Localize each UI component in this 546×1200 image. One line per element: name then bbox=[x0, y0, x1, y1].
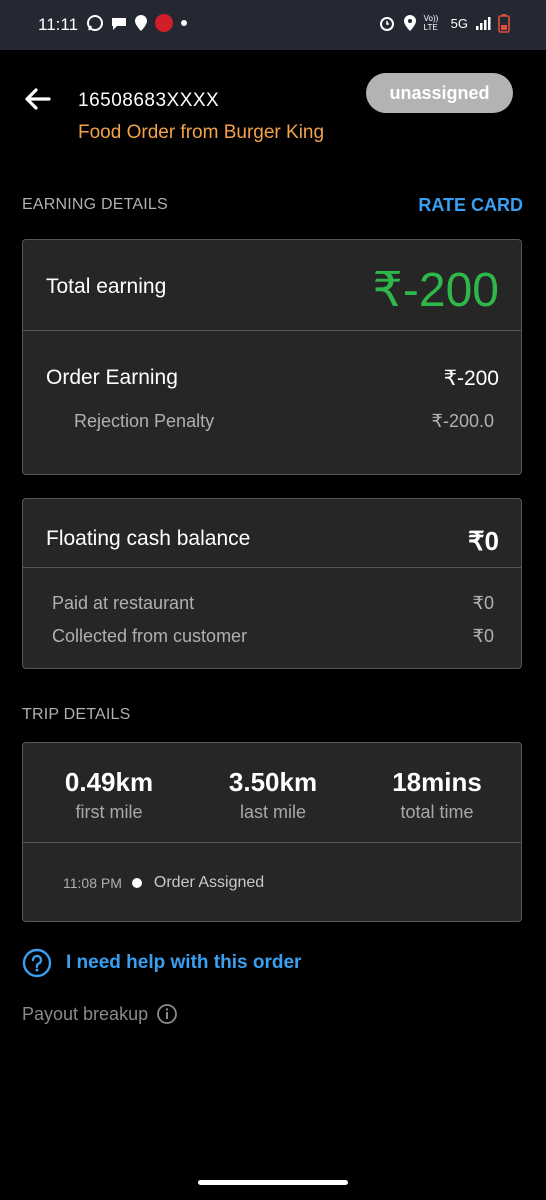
first-mile-value: 0.49km bbox=[64, 767, 154, 797]
first-mile-label: first mile bbox=[75, 802, 143, 822]
collected-from-customer-label: Collected from customer bbox=[52, 626, 248, 646]
home-indicator[interactable] bbox=[198, 1180, 348, 1185]
order-subtitle: Food Order from Burger King bbox=[78, 122, 325, 143]
notification-icons bbox=[86, 13, 188, 33]
status-badge: unassigned bbox=[366, 73, 513, 113]
whatsapp-icon bbox=[86, 14, 104, 32]
trip-divider bbox=[23, 842, 521, 843]
dot-icon bbox=[180, 19, 188, 27]
total-earning-value: ₹-200 bbox=[372, 264, 499, 317]
location-icon bbox=[403, 14, 417, 32]
total-time-value: 18mins bbox=[392, 767, 482, 797]
back-arrow-icon[interactable] bbox=[22, 84, 52, 114]
status-time: 11:11 bbox=[38, 15, 79, 34]
rejection-penalty-label: Rejection Penalty bbox=[74, 411, 215, 431]
trip-details-heading: TRIP DETAILS bbox=[22, 706, 131, 723]
last-mile-label: last mile bbox=[239, 802, 306, 822]
earning-card: Total earning ₹-200 Order Earning ₹-200 … bbox=[22, 239, 522, 475]
floating-cash-card: Floating cash balance ₹0 Paid at restaur… bbox=[22, 498, 522, 669]
message-icon bbox=[110, 14, 128, 32]
payout-breakup-link[interactable]: Payout breakup bbox=[22, 1003, 178, 1025]
rejection-penalty-value: ₹-200.0 bbox=[431, 411, 495, 431]
order-id: 16508683XXXX bbox=[78, 90, 220, 111]
floating-cash-label: Floating cash balance bbox=[46, 527, 251, 550]
battery-icon bbox=[498, 13, 510, 33]
floating-cash-value: ₹0 bbox=[467, 526, 499, 556]
help-link[interactable]: I need help with this order bbox=[22, 948, 301, 978]
total-earning-label: Total earning bbox=[46, 275, 167, 298]
paid-at-restaurant-value: ₹0 bbox=[472, 593, 494, 613]
timeline-event: Order Assigned bbox=[153, 874, 265, 891]
timeline-item: 11:08 PM Order Assigned bbox=[63, 874, 264, 892]
timeline-time: 11:08 PM bbox=[63, 875, 122, 891]
last-mile-value: 3.50km bbox=[228, 767, 318, 797]
help-text[interactable]: I need help with this order bbox=[66, 952, 301, 974]
alarm-icon bbox=[378, 14, 396, 32]
jio-icon bbox=[154, 13, 174, 33]
system-icons: Vo)) LTE 5G bbox=[378, 13, 510, 33]
timeline-dot-icon bbox=[131, 878, 142, 888]
earning-details-heading: EARNING DETAILS bbox=[22, 196, 168, 213]
signal-icon bbox=[475, 15, 491, 31]
help-question-icon bbox=[22, 948, 52, 978]
volte-label: Vo)) LTE bbox=[423, 14, 439, 32]
location-pin-icon bbox=[134, 14, 148, 32]
info-icon[interactable] bbox=[156, 1003, 178, 1025]
order-earning-value: ₹-200 bbox=[443, 367, 499, 390]
earning-divider bbox=[23, 330, 521, 331]
order-earning-label: Order Earning bbox=[46, 366, 178, 389]
network-label: 5G bbox=[450, 15, 468, 31]
trip-card: 0.49km first mile 3.50km last mile 18min… bbox=[22, 742, 522, 922]
rate-card-link[interactable]: RATE CARD bbox=[418, 195, 523, 216]
payout-breakup-label[interactable]: Payout breakup bbox=[22, 1004, 148, 1025]
status-bar: 11:11 Vo)) LTE 5G bbox=[0, 0, 546, 50]
collected-from-customer-value: ₹0 bbox=[472, 626, 494, 646]
floating-cash-divider bbox=[23, 567, 521, 568]
paid-at-restaurant-label: Paid at restaurant bbox=[52, 593, 195, 613]
total-time-label: total time bbox=[400, 802, 474, 822]
